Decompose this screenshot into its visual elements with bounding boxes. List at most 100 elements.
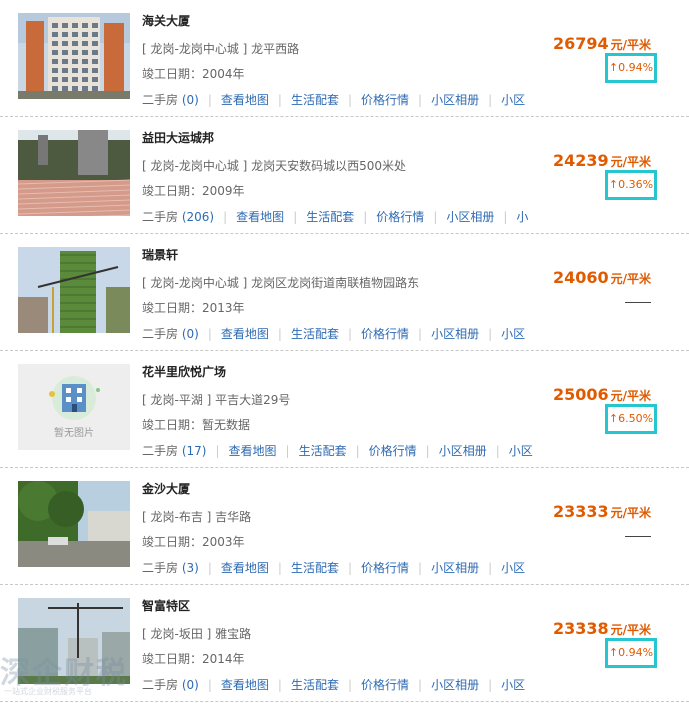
community-thumbnail[interactable]: 暂无图片 [18, 364, 130, 450]
divider: | [215, 444, 220, 458]
photo-album-link[interactable]: 小区相册 [431, 561, 479, 575]
price-value: 23333 [552, 502, 609, 521]
resale-count[interactable]: (17) [182, 444, 207, 458]
amenities-link[interactable]: 生活配套 [291, 327, 339, 341]
photo-album-link[interactable]: 小区相册 [431, 678, 479, 692]
photo-album-link[interactable]: 小区相册 [431, 327, 479, 341]
community-name[interactable]: 花半里欣悦广场 [142, 363, 226, 380]
divider: | [433, 210, 438, 224]
unit-price: 24239 元/平米 [553, 151, 651, 170]
divider: | [418, 93, 423, 107]
divider: | [425, 444, 430, 458]
community-links: 二手房 (206) | 查看地图 | 生活配套 | 价格行情 | 小区相册 | 小 [142, 208, 535, 225]
price-unit: 元/平米 [610, 38, 651, 52]
view-map-link[interactable]: 查看地图 [221, 327, 269, 341]
community-item: 海关大厦 [ 龙岗-龙岗中心城 ] 龙平西路 竣工日期：2004年 二手房 (0) | 查… [0, 0, 689, 117]
amenities-link[interactable]: 生活配套 [291, 678, 339, 692]
unit-price: 23338 元/平米 [553, 619, 651, 638]
view-map-link[interactable]: 查看地图 [221, 678, 269, 692]
divider: | [418, 678, 423, 692]
photo-album-link[interactable]: 小区相册 [431, 93, 479, 107]
price-unit: 元/平米 [610, 272, 651, 286]
view-map-link[interactable]: 查看地图 [221, 93, 269, 107]
resale-label[interactable]: 二手房 [142, 444, 178, 458]
community-thumbnail[interactable] [18, 13, 130, 99]
resale-count[interactable]: (0) [182, 678, 199, 692]
amenities-link[interactable]: 生活配套 [291, 561, 339, 575]
more-link[interactable]: 小区 [509, 444, 533, 458]
unit-price: 24060 元/平米 [553, 268, 651, 287]
price-change-badge: ↑0.36% [605, 170, 657, 200]
resale-count[interactable]: (3) [182, 561, 199, 575]
more-link[interactable]: 小区 [501, 561, 525, 575]
divider: | [488, 93, 493, 107]
divider: | [488, 561, 493, 575]
row-divider [0, 701, 689, 702]
community-thumbnail[interactable] [18, 247, 130, 333]
more-link[interactable]: 小 [516, 210, 528, 224]
community-address: [ 龙岗-龙岗中心城 ] 龙岗区龙岗街道南联植物园路东 [142, 276, 420, 290]
resale-label[interactable]: 二手房 [142, 327, 178, 341]
view-map-link[interactable]: 查看地图 [236, 210, 284, 224]
price-trend-link[interactable]: 价格行情 [361, 327, 409, 341]
price-unit: 元/平米 [610, 389, 651, 403]
community-links: 二手房 (3) | 查看地图 | 生活配套 | 价格行情 | 小区相册 | 小区 [142, 559, 535, 576]
price-value: 23338 [552, 619, 609, 638]
completion-date: 竣工日期：2013年 [142, 301, 245, 315]
resale-count[interactable]: (206) [182, 210, 214, 224]
no-change-dash [625, 536, 651, 537]
community-address: [ 龙岗-坂田 ] 雅宝路 [142, 627, 252, 641]
completion-date: 竣工日期：2014年 [142, 652, 245, 666]
divider: | [495, 444, 500, 458]
view-map-link[interactable]: 查看地图 [221, 561, 269, 575]
completion-date: 竣工日期：2009年 [142, 184, 245, 198]
community-name[interactable]: 海关大厦 [142, 12, 190, 29]
more-link[interactable]: 小区 [501, 327, 525, 341]
community-name[interactable]: 金沙大厦 [142, 480, 190, 497]
community-thumbnail[interactable] [18, 481, 130, 567]
community-thumbnail[interactable] [18, 130, 130, 216]
price-trend-link[interactable]: 价格行情 [361, 678, 409, 692]
community-address: [ 龙岗-龙岗中心城 ] 龙平西路 [142, 42, 300, 56]
photo-album-link[interactable]: 小区相册 [446, 210, 494, 224]
photo-album-link[interactable]: 小区相册 [439, 444, 487, 458]
completion-date: 竣工日期：2003年 [142, 535, 245, 549]
unit-price: 26794 元/平米 [553, 34, 651, 53]
price-value: 24239 [552, 151, 609, 170]
resale-label[interactable]: 二手房 [142, 678, 178, 692]
amenities-link[interactable]: 生活配套 [299, 444, 347, 458]
more-link[interactable]: 小区 [501, 678, 525, 692]
divider: | [223, 210, 228, 224]
divider: | [293, 210, 298, 224]
divider: | [277, 561, 282, 575]
price-change-badge: ↑0.94% [605, 638, 657, 668]
price-trend-link[interactable]: 价格行情 [369, 444, 417, 458]
resale-label[interactable]: 二手房 [142, 561, 178, 575]
price-trend-link[interactable]: 价格行情 [376, 210, 424, 224]
view-map-link[interactable]: 查看地图 [229, 444, 277, 458]
community-name[interactable]: 智富特区 [142, 597, 190, 614]
resale-label[interactable]: 二手房 [142, 210, 178, 224]
price-trend-link[interactable]: 价格行情 [361, 561, 409, 575]
divider: | [347, 561, 353, 575]
community-links: 二手房 (0) | 查看地图 | 生活配套 | 价格行情 | 小区相册 | 小区 [142, 91, 535, 108]
community-item: 暂无图片 花半里欣悦广场 [ 龙岗-平湖 ] 平吉大道29号 竣工日期：暂无数据 二手房… [0, 351, 689, 468]
no-image-label: 暂无图片 [54, 428, 94, 439]
community-item: 瑞景轩 [ 龙岗-龙岗中心城 ] 龙岗区龙岗街道南联植物园路东 竣工日期：2013年… [0, 234, 689, 351]
price-value: 26794 [552, 34, 609, 53]
watermark-subtitle: 一站式企业财税服务平台 [4, 687, 92, 696]
amenities-link[interactable]: 生活配套 [306, 210, 354, 224]
resale-count[interactable]: (0) [182, 93, 199, 107]
community-links: 二手房 (0) | 查看地图 | 生活配套 | 价格行情 | 小区相册 | 小区 [142, 676, 535, 693]
completion-date: 竣工日期：暂无数据 [142, 418, 251, 432]
community-name[interactable]: 益田大运城邦 [142, 129, 214, 146]
resale-count[interactable]: (0) [182, 327, 199, 341]
resale-label[interactable]: 二手房 [142, 93, 178, 107]
community-name[interactable]: 瑞景轩 [142, 246, 178, 263]
price-trend-link[interactable]: 价格行情 [361, 93, 409, 107]
divider: | [207, 561, 212, 575]
divider: | [277, 93, 282, 107]
amenities-link[interactable]: 生活配套 [291, 93, 339, 107]
more-link[interactable]: 小区 [501, 93, 525, 107]
community-address: [ 龙岗-布吉 ] 吉华路 [142, 510, 252, 524]
